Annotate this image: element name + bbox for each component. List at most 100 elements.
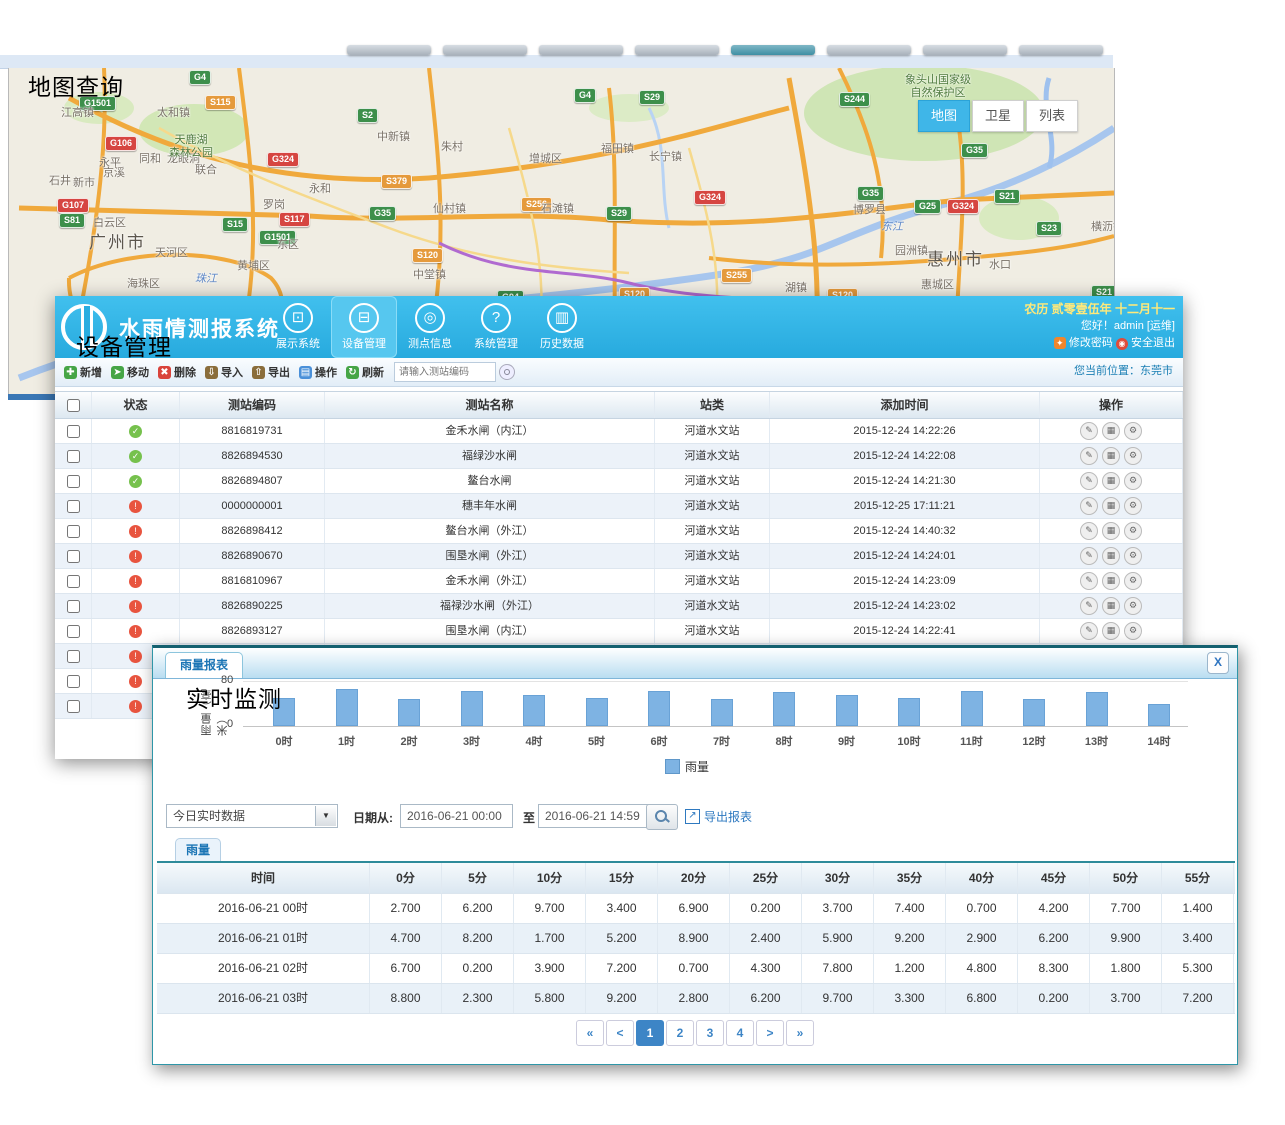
edit-icon[interactable]: ✎	[1080, 622, 1098, 640]
row-checkbox[interactable]	[67, 675, 80, 688]
row-checkbox[interactable]	[67, 425, 80, 438]
row-checkbox[interactable]	[67, 650, 80, 663]
gear-icon[interactable]: ⚙	[1124, 572, 1142, 590]
column-header: 操作	[1040, 392, 1183, 418]
top-tab-stub[interactable]	[635, 45, 719, 55]
nav-item-device[interactable]: ⊟设备管理	[331, 296, 397, 358]
rain-column-header: 55分	[1162, 863, 1234, 893]
rain-value-cell: 2.800	[658, 984, 730, 1013]
prev-page-button[interactable]: <	[606, 1020, 634, 1046]
rain-value-cell: 7.200	[1162, 984, 1234, 1013]
toolbar-button-导入[interactable]: ⇩导入	[205, 364, 243, 380]
map-view-button-列表[interactable]: 列表	[1026, 100, 1078, 132]
data-mode-select[interactable]: 今日实时数据 ▼	[166, 804, 338, 828]
nav-item-system[interactable]: ?系统管理	[463, 296, 529, 358]
gear-icon[interactable]: ⚙	[1124, 522, 1142, 540]
top-tab-stub[interactable]	[1019, 45, 1103, 55]
edit-icon[interactable]: ✎	[1080, 447, 1098, 465]
top-tab-stub[interactable]	[539, 45, 623, 55]
calendar-icon[interactable]: ▦	[1102, 497, 1120, 515]
row-checkbox[interactable]	[67, 575, 80, 588]
road-shield-g35: G35	[857, 186, 884, 201]
gear-icon[interactable]: ⚙	[1124, 547, 1142, 565]
page-button-2[interactable]: 2	[666, 1020, 694, 1046]
nav-item-history[interactable]: ▥历史数据	[529, 296, 595, 358]
station-name-cell: 围垦水闸（内江）	[325, 619, 655, 643]
toolbar-button-移动[interactable]: ➤移动	[111, 364, 149, 380]
top-tab-stub[interactable]	[731, 45, 815, 55]
road-shield-g35: G35	[961, 143, 988, 158]
row-checkbox[interactable]	[67, 625, 80, 638]
map-view-button-卫星[interactable]: 卫星	[972, 100, 1024, 132]
calendar-icon[interactable]: ▦	[1102, 597, 1120, 615]
toolbar-button-刷新[interactable]: ↻刷新	[346, 364, 384, 380]
calendar-icon[interactable]: ▦	[1102, 572, 1120, 590]
export-report-link[interactable]: ↗ 导出报表	[685, 808, 752, 825]
station-name-cell: 围垦水闸（外江）	[325, 544, 655, 568]
edit-icon[interactable]: ✎	[1080, 472, 1098, 490]
calendar-icon[interactable]: ▦	[1102, 522, 1120, 540]
calendar-icon[interactable]: ▦	[1102, 622, 1120, 640]
date-from-label: 日期从:	[353, 809, 393, 826]
page-button-1[interactable]: 1	[636, 1020, 664, 1046]
row-checkbox[interactable]	[67, 450, 80, 463]
added-time-cell: 2015-12-25 17:11:21	[770, 494, 1040, 518]
gear-icon[interactable]: ⚙	[1124, 447, 1142, 465]
status-cell: !	[92, 494, 180, 518]
x-axis-tick: 6时	[639, 733, 679, 749]
search-button[interactable]	[646, 804, 678, 830]
gear-icon[interactable]: ⚙	[1124, 622, 1142, 640]
search-icon[interactable]	[499, 364, 515, 380]
calendar-icon[interactable]: ▦	[1102, 472, 1120, 490]
top-tab-stub[interactable]	[443, 45, 527, 55]
row-checkbox[interactable]	[67, 525, 80, 538]
gear-icon[interactable]: ⚙	[1124, 472, 1142, 490]
next-page-button[interactable]: >	[756, 1020, 784, 1046]
page-button-3[interactable]: 3	[696, 1020, 724, 1046]
edit-icon[interactable]: ✎	[1080, 497, 1098, 515]
edit-icon[interactable]: ✎	[1080, 522, 1098, 540]
date-from-input[interactable]	[400, 804, 513, 828]
calendar-icon[interactable]: ▦	[1102, 547, 1120, 565]
toolbar-button-删除[interactable]: ✖删除	[158, 364, 196, 380]
chevron-down-icon: ▼	[315, 806, 336, 826]
date-to-input[interactable]	[538, 804, 651, 828]
calendar-icon[interactable]: ▦	[1102, 422, 1120, 440]
station-type-cell: 河道水文站	[655, 444, 770, 468]
logout-link[interactable]: 安全退出	[1131, 337, 1175, 349]
toolbar-button-新增[interactable]: ✚新增	[64, 364, 102, 380]
realtime-monitor-window[interactable]: 雨量报表 X 80 0 雨量（毫米） 0时1时2时3时4时5时6时7时8时9时1…	[152, 645, 1238, 1065]
change-password-link[interactable]: 修改密码	[1069, 337, 1113, 349]
row-checkbox[interactable]	[67, 600, 80, 613]
toolbar-button-操作[interactable]: ▤操作	[299, 364, 337, 380]
first-page-button[interactable]: «	[576, 1020, 604, 1046]
close-icon[interactable]: X	[1207, 652, 1229, 674]
edit-icon[interactable]: ✎	[1080, 422, 1098, 440]
nav-item-display[interactable]: ⊡展示系统	[265, 296, 331, 358]
edit-icon[interactable]: ✎	[1080, 572, 1098, 590]
row-checkbox[interactable]	[67, 500, 80, 513]
row-checkbox[interactable]	[67, 700, 80, 713]
last-page-button[interactable]: »	[786, 1020, 814, 1046]
page-button-4[interactable]: 4	[726, 1020, 754, 1046]
map-view-button-地图[interactable]: 地图	[918, 100, 970, 132]
tab-rain[interactable]: 雨量	[175, 838, 221, 862]
gear-icon[interactable]: ⚙	[1124, 497, 1142, 515]
calendar-icon[interactable]: ▦	[1102, 447, 1120, 465]
edit-icon[interactable]: ✎	[1080, 547, 1098, 565]
toolbar-button-导出[interactable]: ⇧导出	[252, 364, 290, 380]
table-row: !0000000001穗丰年水闸河道水文站2015-12-25 17:11:21…	[55, 494, 1183, 519]
table-row: !8816810967金禾水闸（外江）河道水文站2015-12-24 14:23…	[55, 569, 1183, 594]
row-checkbox[interactable]	[67, 475, 80, 488]
select-all-checkbox[interactable]	[67, 399, 80, 412]
row-checkbox[interactable]	[67, 550, 80, 563]
top-tab-stub[interactable]	[827, 45, 911, 55]
nav-item-point[interactable]: ◎测点信息	[397, 296, 463, 358]
edit-icon[interactable]: ✎	[1080, 597, 1098, 615]
gear-icon[interactable]: ⚙	[1124, 597, 1142, 615]
top-tab-stub[interactable]	[923, 45, 1007, 55]
gear-icon[interactable]: ⚙	[1124, 422, 1142, 440]
top-tab-stub[interactable]	[347, 45, 431, 55]
station-code-search-input[interactable]	[394, 362, 496, 382]
x-axis-tick: 12时	[1014, 733, 1054, 749]
